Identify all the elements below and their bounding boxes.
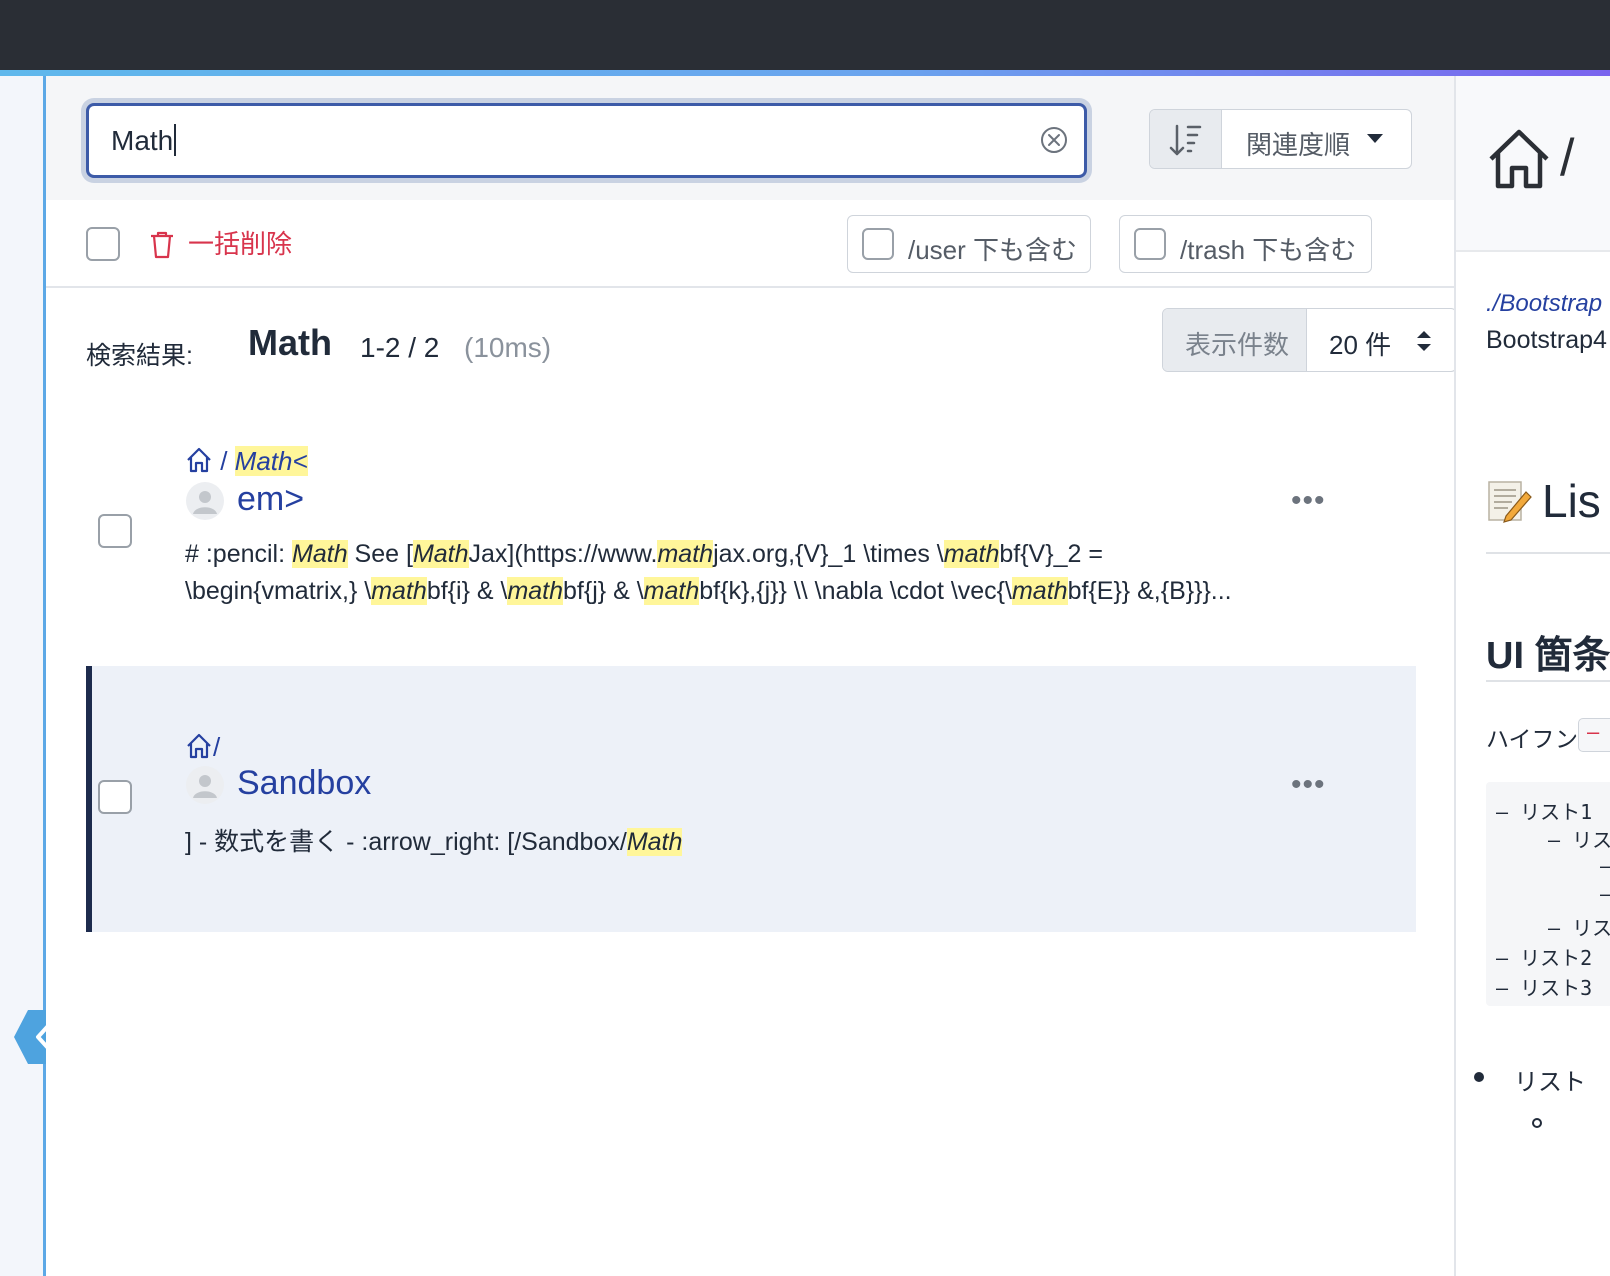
snippet-line-2: \begin{vmatrix,} \mathbf{i} & \mathbf{j}… <box>185 577 1232 605</box>
include-user-toggle[interactable]: /user 下も含む <box>847 215 1091 273</box>
search-row: Math 関連度順 <box>46 76 1454 200</box>
avatar <box>186 482 224 520</box>
preview-paragraph: ハイフン <box>1486 726 1578 752</box>
memo-icon <box>1488 481 1532 523</box>
per-page-label: 表示件数 <box>1185 330 1290 360</box>
result-time: (10ms) <box>464 332 552 363</box>
result-term: Math <box>248 322 332 363</box>
sort-dropdown[interactable]: 関連度順 <box>1149 109 1412 169</box>
item-checkbox[interactable] <box>98 780 132 814</box>
more-options-icon[interactable]: ••• <box>1291 484 1326 518</box>
per-page-select[interactable]: 表示件数 20 件 <box>1162 308 1457 372</box>
include-user-checkbox[interactable] <box>862 228 894 260</box>
page-path[interactable]: / Math< <box>185 446 308 477</box>
select-arrows-icon <box>1417 331 1431 351</box>
search-input[interactable]: Math <box>86 103 1087 178</box>
preview-header: / <box>1456 76 1610 252</box>
sort-descending-icon <box>1169 124 1202 156</box>
bulk-action-row: 一括削除 /user 下も含む /trash 下も含む <box>46 200 1454 288</box>
page-title-link[interactable]: Sandbox <box>237 764 371 803</box>
page-path[interactable]: / <box>185 732 220 763</box>
preview-heading-1: Lis <box>1542 475 1601 527</box>
include-trash-checkbox[interactable] <box>1134 228 1166 260</box>
preview-text: Bootstrap4 <box>1486 326 1607 354</box>
include-user-label: /user 下も含む <box>908 235 1078 265</box>
top-navbar <box>0 0 1610 70</box>
home-icon[interactable] <box>1486 126 1552 192</box>
sort-label: 関連度順 <box>1246 130 1351 160</box>
home-icon <box>187 447 211 473</box>
page-title-link[interactable]: em> <box>237 480 304 519</box>
clear-search-icon[interactable] <box>1038 124 1070 156</box>
search-query: Math <box>111 125 174 156</box>
preview-list-item: リスト <box>1474 1062 1586 1097</box>
preview-inline-code: – <box>1578 718 1610 752</box>
include-trash-label: /trash 下も含む <box>1180 235 1357 265</box>
preview-sublist-bullet <box>1532 1118 1542 1128</box>
preview-path-separator: / <box>1560 129 1575 187</box>
result-prefix: 検索結果: <box>86 342 193 370</box>
left-sidebar <box>0 76 43 1276</box>
item-checkbox[interactable] <box>98 514 132 548</box>
trash-icon[interactable] <box>149 230 175 260</box>
preview-heading-2: UI 箇条 <box>1486 635 1610 677</box>
snippet-line-1: ] - 数式を書く - :arrow_right: [/Sandbox/Math <box>185 828 683 856</box>
per-page-value: 20 件 <box>1329 330 1392 360</box>
select-all-checkbox[interactable] <box>86 227 120 261</box>
list-item-selected[interactable]: / Sandbox ••• ] - 数式を書く - :arrow_right: … <box>86 666 1416 932</box>
bulk-delete-button[interactable]: 一括削除 <box>188 224 292 261</box>
preview-code-block: – リスト1 – リス – – – リス – リスト2 – リスト3 <box>1486 782 1610 1006</box>
include-trash-toggle[interactable]: /trash 下も含む <box>1119 215 1372 273</box>
preview-link[interactable]: ./Bootstrap <box>1486 290 1602 318</box>
home-icon <box>187 733 211 759</box>
page-preview-pane: / ./Bootstrap Bootstrap4 Lis UI 箇条 ハイフン … <box>1456 76 1610 1276</box>
avatar <box>186 766 224 804</box>
caret-down-icon <box>1367 134 1383 143</box>
list-item[interactable]: / Math< em> ••• # :pencil: Math See [Mat… <box>86 416 1416 702</box>
more-options-icon[interactable]: ••• <box>1291 768 1326 802</box>
search-results-panel: Math 関連度順 一括削除 /user 下も含む /trash 下も含む 検索… <box>46 76 1457 1276</box>
sort-order-toggle[interactable] <box>1150 110 1222 168</box>
snippet-line-1: # :pencil: Math See [MathJax](https://ww… <box>185 540 1103 568</box>
result-range: 1-2 / 2 <box>360 332 440 363</box>
